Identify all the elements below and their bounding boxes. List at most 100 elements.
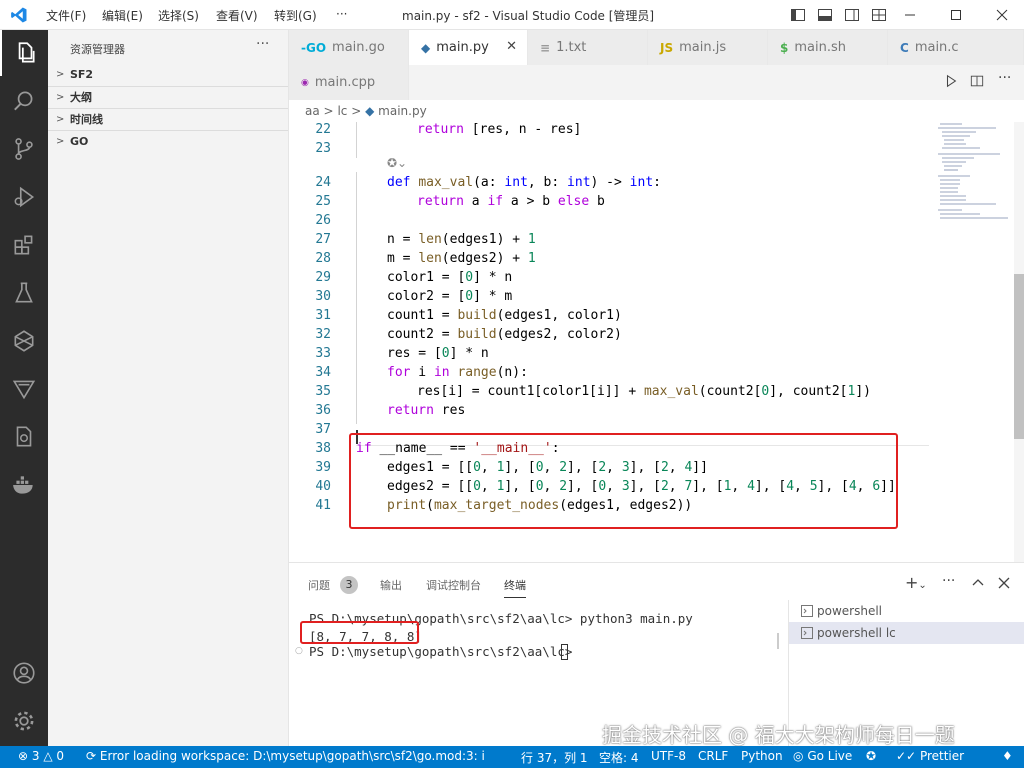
tab-output[interactable]: 输出 <box>380 577 402 593</box>
tab-terminal[interactable]: 终端 <box>504 577 526 598</box>
toggle-secondary-sidebar-icon[interactable] <box>844 7 860 23</box>
menu-edit[interactable]: 编辑(E) <box>102 7 143 24</box>
customize-layout-icon[interactable] <box>871 7 887 23</box>
minimize-icon[interactable] <box>902 7 918 23</box>
breadcrumb: aa > lc > ◆ main.py <box>289 100 1024 122</box>
terminal-scrollbar[interactable] <box>777 633 779 649</box>
encoding[interactable]: UTF-8 <box>651 749 686 763</box>
menu-selection[interactable]: 选择(S) <box>158 7 199 24</box>
menu-go[interactable]: 转到(G) <box>274 7 317 24</box>
explorer-more-button[interactable]: ··· <box>256 36 269 52</box>
code-line-30: color2 = [0] * m <box>387 289 513 304</box>
tab-main-py[interactable]: ◆ main.py ✕ <box>409 30 528 65</box>
line-number: 41 <box>315 498 331 513</box>
manage-gear-icon[interactable] <box>0 698 48 744</box>
line-number: 40 <box>315 479 331 494</box>
explorer-icon[interactable] <box>0 30 48 76</box>
js-file-icon: JS <box>660 40 674 55</box>
menu-file[interactable]: 文件(F) <box>46 7 86 24</box>
error-icon: ⊗ <box>18 749 29 763</box>
line-number: 26 <box>315 213 331 228</box>
split-editor-icon[interactable] <box>970 74 984 88</box>
line-number: 29 <box>315 270 331 285</box>
chevron-right-icon: > <box>56 114 65 125</box>
account-icon[interactable] <box>0 650 48 696</box>
cursor-position[interactable]: 行 37，列 1 <box>521 749 588 766</box>
status-bar: ⊗ 3 △ 0 ⟳ Error loading workspace: D:\my… <box>0 746 1024 768</box>
copilot-icon[interactable]: ✪ <box>866 749 876 763</box>
source-control-icon[interactable] <box>0 126 48 172</box>
warning-icon: △ <box>43 749 53 763</box>
line-number: 24 <box>315 175 331 190</box>
line-ending[interactable]: CRLF <box>698 749 728 763</box>
new-terminal-icon[interactable]: +⌄ <box>905 573 927 592</box>
line-number: 23 <box>315 141 331 156</box>
menu-view[interactable]: 查看(V) <box>216 7 258 24</box>
title-bar: 文件(F) 编辑(E) 选择(S) 查看(V) 转到(G) ··· main.p… <box>0 0 1024 30</box>
line-number: 32 <box>315 327 331 342</box>
more-actions-button[interactable]: ··· <box>998 70 1011 86</box>
testing-flask-icon[interactable] <box>0 270 48 316</box>
workspace-status[interactable]: ⟳ Error loading workspace: D:\mysetup\go… <box>86 749 484 763</box>
maximize-icon[interactable] <box>948 7 964 23</box>
extensions-icon[interactable] <box>0 222 48 268</box>
editor-scrollbar[interactable] <box>1014 122 1024 562</box>
remote-explorer-icon[interactable] <box>0 318 48 364</box>
copilot-sparkle-icon[interactable]: ✪⌄ <box>387 156 407 170</box>
run-debug-icon[interactable] <box>0 174 48 220</box>
line-number: 22 <box>315 122 331 137</box>
scrollbar-thumb[interactable] <box>1014 274 1024 439</box>
close-tab-icon[interactable]: ✕ <box>506 39 517 54</box>
tab-debug-console[interactable]: 调试控制台 <box>426 577 481 593</box>
cpp-file-icon: ◉ <box>301 77 309 88</box>
tab-main-c[interactable]: Cmain.c <box>888 30 1024 65</box>
notifications-bell-icon[interactable]: ♦ <box>1002 749 1013 763</box>
breadcrumb-aa[interactable]: aa <box>305 104 320 118</box>
tab-main-sh[interactable]: $ main.sh <box>768 30 888 65</box>
section-timeline[interactable]: > 时间线 <box>48 108 288 130</box>
terminal-line-prompt[interactable]: PS D:\mysetup\gopath\src\sf2\aa\lc> <box>309 644 580 659</box>
breadcrumb-main-py[interactable]: main.py <box>378 104 427 118</box>
language-mode[interactable]: Python <box>741 749 783 763</box>
code-line-27: n = len(edges1) + 1 <box>387 232 536 247</box>
tab-1-txt[interactable]: ≡ 1.txt <box>528 30 648 65</box>
triangle-extension-icon[interactable] <box>0 366 48 412</box>
section-sf2[interactable]: > SF2 <box>48 64 288 86</box>
tab-main-go[interactable]: -GO main.go <box>289 30 409 65</box>
window-title: main.py - sf2 - Visual Studio Code [管理员] <box>402 9 655 23</box>
close-panel-icon[interactable] <box>998 577 1010 589</box>
more-actions-button[interactable]: ··· <box>942 573 955 589</box>
close-window-icon[interactable] <box>994 7 1010 23</box>
terminal-item[interactable]: powershell <box>789 600 1024 622</box>
line-number: 31 <box>315 308 331 323</box>
toggle-sidebar-icon[interactable] <box>790 7 806 23</box>
search-icon[interactable] <box>0 78 48 124</box>
error-count[interactable]: ⊗ 3 △ 0 <box>18 749 64 763</box>
section-go[interactable]: > GO <box>48 130 288 152</box>
tab-main-js[interactable]: JS main.js <box>648 30 768 65</box>
indent-guide <box>356 172 357 424</box>
minimap[interactable] <box>936 122 1016 222</box>
menu-more[interactable]: ··· <box>336 7 347 21</box>
indentation[interactable]: 空格: 4 <box>599 749 639 766</box>
line-number: 30 <box>315 289 331 304</box>
section-outline[interactable]: > 大纲 <box>48 86 288 108</box>
vscode-logo-icon <box>11 7 27 23</box>
tab-problems[interactable]: 问题 <box>308 577 330 593</box>
toggle-panel-icon[interactable] <box>817 7 833 23</box>
line-number: 39 <box>315 460 331 475</box>
activity-bar <box>0 30 48 746</box>
terminal-item-selected[interactable]: powershell lc <box>789 622 1024 644</box>
code-line-34: for i in range(n): <box>387 365 528 380</box>
run-file-icon[interactable] <box>944 74 958 88</box>
go-live-button[interactable]: ◎ Go Live <box>793 749 852 763</box>
tab-main-cpp[interactable]: ◉ main.cpp <box>289 65 409 100</box>
breadcrumb-lc[interactable]: lc <box>337 104 347 118</box>
line-number: 28 <box>315 251 331 266</box>
gear-file-icon[interactable] <box>0 414 48 460</box>
code-line-25: return a if a > b else b <box>417 194 605 209</box>
explorer-sidebar: 资源管理器 ··· > SF2 > 大纲 > 时间线 > GO <box>48 30 289 746</box>
maximize-panel-icon[interactable] <box>972 577 984 589</box>
docker-icon[interactable] <box>0 462 48 508</box>
prettier-button[interactable]: ✓✓ Prettier <box>896 749 964 763</box>
